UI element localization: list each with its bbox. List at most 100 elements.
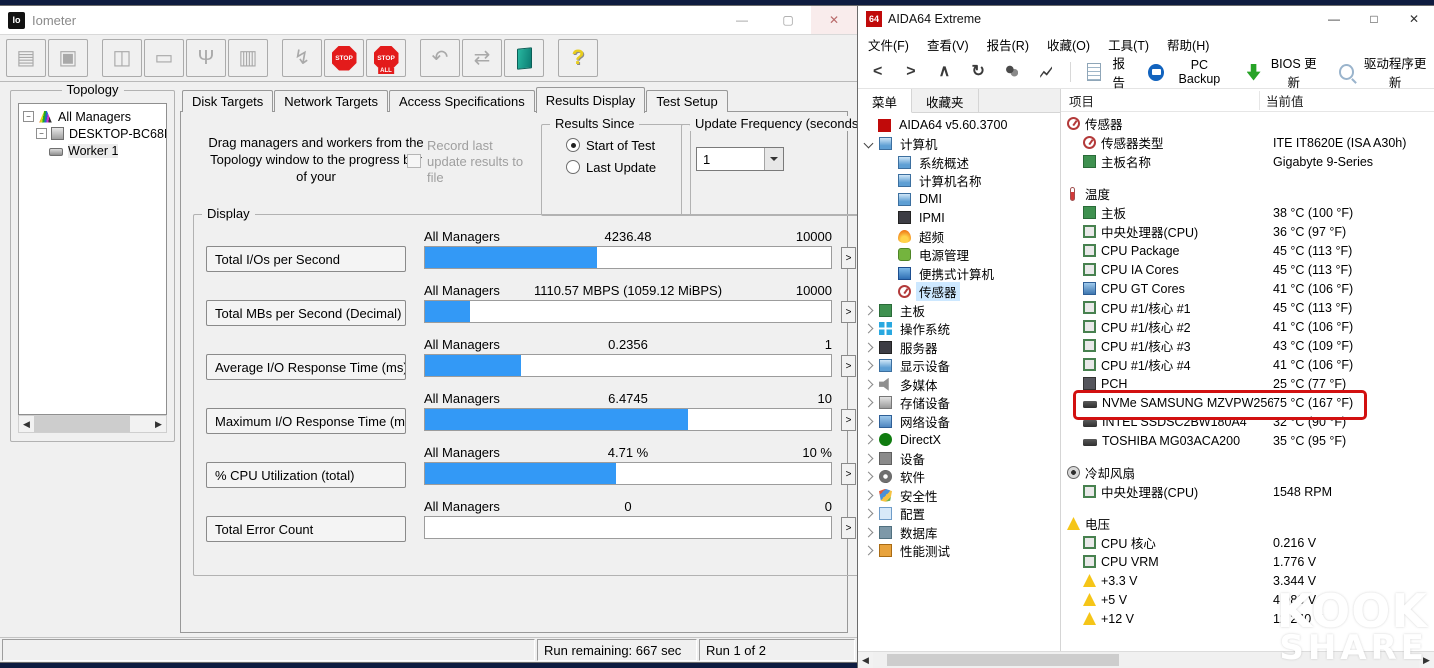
new-disk-worker-button[interactable]: ▭	[144, 39, 184, 77]
sensor-row[interactable]: CPU Package45 °C (113 °F)	[1061, 241, 1434, 260]
dropdown-button[interactable]	[764, 148, 783, 170]
result-progress-bar[interactable]	[424, 462, 832, 485]
tree-item[interactable]: 网络设备	[858, 412, 1060, 431]
expand-row-button[interactable]: >	[841, 301, 856, 323]
sensor-row[interactable]: TOSHIBA MG03ACA20035 °C (95 °F)	[1061, 431, 1434, 450]
sensor-row[interactable]: CPU #1/核心 #145 °C (113 °F)	[1061, 298, 1434, 317]
radio-icon[interactable]	[566, 138, 580, 152]
tree-item[interactable]: AIDA64 v5.60.3700	[858, 116, 1060, 135]
sensor-row[interactable]: 传感器类型ITE IT8620E (ISA A30h)	[1061, 133, 1434, 152]
expand-row-button[interactable]: >	[841, 463, 856, 485]
chevron-right-icon[interactable]	[864, 472, 874, 482]
tree-item[interactable]: 系统概述	[858, 153, 1060, 172]
sensor-row[interactable]: CPU #1/核心 #241 °C (106 °F)	[1061, 317, 1434, 336]
stop-all-tests-button[interactable]: STOPALL	[366, 39, 406, 77]
menu-item-0[interactable]: 文件(F)	[868, 35, 909, 54]
expand-row-button[interactable]: >	[841, 409, 856, 431]
chevron-right-icon[interactable]	[864, 509, 874, 519]
tree-item[interactable]: DirectX	[858, 431, 1060, 450]
menu-item-2[interactable]: 报告(R)	[987, 35, 1029, 54]
maximize-button[interactable]: □	[1354, 6, 1394, 32]
chevron-right-icon[interactable]	[864, 453, 874, 463]
tree-item[interactable]: 超频	[858, 227, 1060, 246]
topology-node[interactable]: Worker 1	[21, 142, 164, 159]
menu-item-1[interactable]: 查看(V)	[927, 35, 969, 54]
tree-item[interactable]: 主板	[858, 301, 1060, 320]
chevron-right-icon[interactable]	[864, 361, 874, 371]
tree-item[interactable]: 性能测试	[858, 542, 1060, 561]
result-progress-bar[interactable]	[424, 246, 832, 269]
result-progress-bar[interactable]	[424, 408, 832, 431]
result-progress-bar[interactable]	[424, 516, 832, 539]
chevron-right-icon[interactable]	[864, 490, 874, 500]
sensor-row[interactable]: 主板38 °C (100 °F)	[1061, 203, 1434, 222]
help-button[interactable]: ?	[558, 39, 598, 77]
expand-row-button[interactable]: >	[841, 355, 856, 377]
driver-update-button[interactable]: 驱动程序更新	[1335, 59, 1434, 85]
start-tests-button[interactable]: ↯	[282, 39, 322, 77]
reset-results-button[interactable]: ↶	[420, 39, 460, 77]
metric-button[interactable]: Total Error Count	[206, 516, 406, 542]
tab-test-setup[interactable]: Test Setup	[646, 90, 727, 112]
open-file-button[interactable]: ▤	[6, 39, 46, 77]
back-button[interactable]: <	[866, 60, 889, 84]
tab-disk-targets[interactable]: Disk Targets	[182, 90, 273, 112]
metric-button[interactable]: Average I/O Response Time (ms)	[206, 354, 406, 380]
report-doc-button[interactable]: 报告	[1083, 59, 1134, 85]
minimize-button[interactable]: —	[1314, 6, 1354, 32]
tab-results-display[interactable]: Results Display	[536, 87, 646, 113]
update-frequency-select[interactable]: 1	[696, 147, 784, 171]
line-chart-button[interactable]	[1034, 60, 1058, 84]
new-network-worker-button[interactable]: Ψ	[186, 39, 226, 77]
tree-item[interactable]: 存储设备	[858, 394, 1060, 413]
close-button[interactable]: ✕	[1394, 6, 1434, 32]
maximize-button[interactable]: ▢	[765, 6, 811, 34]
tree-item[interactable]: 服务器	[858, 338, 1060, 357]
sensor-row[interactable]: INTEL SSDSC2BW180A432 °C (90 °F)	[1061, 412, 1434, 431]
up-button[interactable]: ∧	[933, 60, 957, 84]
duplicate-worker-button[interactable]: ▥	[228, 39, 268, 77]
chevron-right-icon[interactable]	[864, 342, 874, 352]
sidebar-tab-0[interactable]: 菜单	[858, 89, 912, 113]
forward-button[interactable]: >	[899, 60, 922, 84]
topology-node[interactable]: −All Managers	[21, 108, 164, 125]
sensor-row[interactable]: CPU #1/核心 #343 °C (109 °F)	[1061, 336, 1434, 355]
users-button[interactable]	[1000, 60, 1024, 84]
tab-access-specifications[interactable]: Access Specifications	[389, 90, 535, 112]
chevron-right-icon[interactable]	[864, 546, 874, 556]
metric-button[interactable]: Maximum I/O Response Time (ms	[206, 408, 406, 434]
menu-item-5[interactable]: 帮助(H)	[1167, 35, 1209, 54]
chevron-right-icon[interactable]	[864, 379, 874, 389]
chevron-down-icon[interactable]	[864, 139, 874, 149]
tree-item[interactable]: IPMI	[858, 209, 1060, 228]
pc-backup-button[interactable]: PC Backup	[1144, 59, 1232, 85]
tree-item[interactable]: 电源管理	[858, 246, 1060, 265]
radio-last-update[interactable]: Last Update	[566, 160, 678, 175]
sidebar-tab-1[interactable]: 收藏夹	[912, 89, 979, 112]
tree-item[interactable]: 传感器	[858, 283, 1060, 302]
tree-item[interactable]: 安全性	[858, 486, 1060, 505]
sensor-row[interactable]: 中央处理器(CPU)1548 RPM	[1061, 482, 1434, 501]
tree-expander-icon[interactable]: −	[23, 111, 34, 122]
sensor-group-header[interactable]: 冷却风扇	[1061, 463, 1434, 482]
chevron-right-icon[interactable]	[864, 324, 874, 334]
topology-hscrollbar[interactable]: ◀ ▶	[18, 415, 167, 433]
exit-button[interactable]	[504, 39, 544, 77]
scroll-thumb[interactable]	[887, 654, 1119, 666]
sensor-row[interactable]: CPU 核心0.216 V	[1061, 533, 1434, 552]
tree-item[interactable]: 设备	[858, 449, 1060, 468]
radio-icon[interactable]	[566, 160, 580, 174]
sensor-row[interactable]: CPU #1/核心 #441 °C (106 °F)	[1061, 355, 1434, 374]
tree-expander-icon[interactable]: −	[36, 128, 47, 139]
metric-button[interactable]: Total I/Os per Second	[206, 246, 406, 272]
stop-test-button[interactable]: STOP	[324, 39, 364, 77]
tree-item[interactable]: DMI	[858, 190, 1060, 209]
save-file-button[interactable]: ▣	[48, 39, 88, 77]
tree-item[interactable]: 数据库	[858, 523, 1060, 542]
sensor-row[interactable]: NVMe SAMSUNG MZVPW25675 °C (167 °F)	[1061, 393, 1434, 412]
new-manager-button[interactable]: ◫	[102, 39, 142, 77]
sensor-row[interactable]: PCH25 °C (77 °F)	[1061, 374, 1434, 393]
sensor-group-header[interactable]: 温度	[1061, 184, 1434, 203]
result-progress-bar[interactable]	[424, 300, 832, 323]
chevron-right-icon[interactable]	[864, 435, 874, 445]
